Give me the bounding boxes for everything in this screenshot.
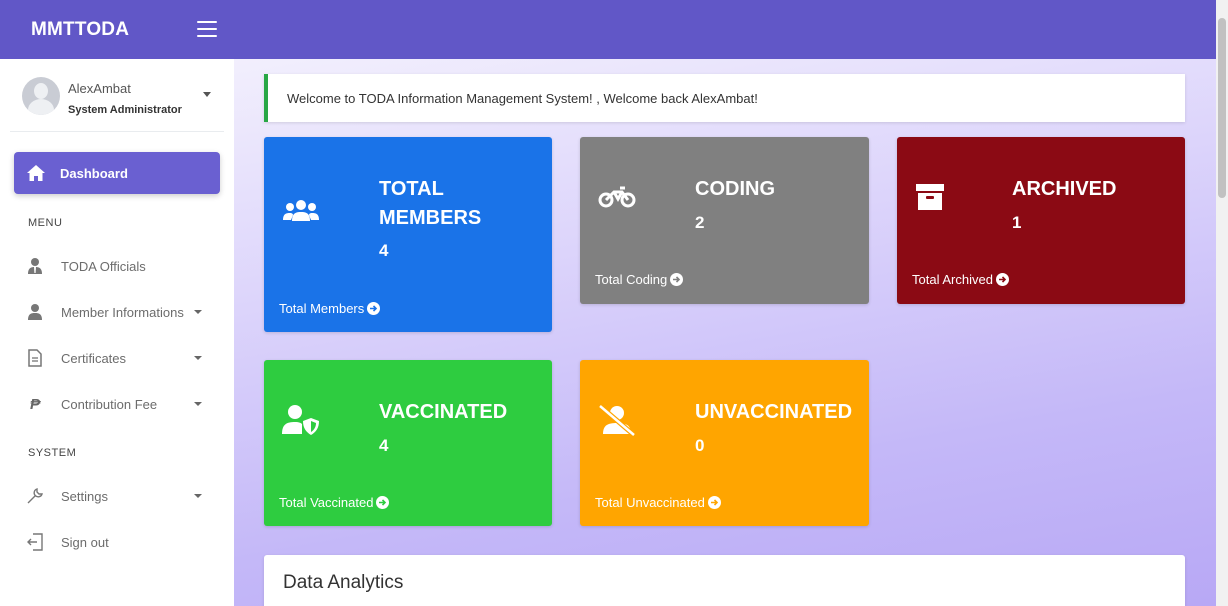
sidebar-item-label: TODA Officials [61,258,146,274]
wrench-icon [26,487,44,505]
arrow-circle-right-icon [707,496,721,509]
top-navbar: MMTTODA [0,0,1216,59]
sidebar-item-label: Contribution Fee [61,396,158,412]
sidebar-item-certificates[interactable]: Certificates [14,343,220,373]
arrow-circle-right-icon [670,273,684,286]
vaccinated-card[interactable]: VACCINATED 4 Total Vaccinated [264,360,552,526]
brand-logo[interactable]: MMTTODA [31,19,129,41]
sidebar-item-label: Sign out [61,534,109,550]
caret-down-icon [194,356,202,360]
alert-message: Welcome to TODA Information Management S… [287,90,758,106]
sidebar-item-dashboard[interactable]: Dashboard [14,152,220,194]
sidebar-item-label: Member Informations [61,304,184,320]
avatar [22,77,60,115]
sidebar-item-toda-officials[interactable]: TODA Officials [14,251,220,281]
user-role: System Administrator [68,104,182,116]
card-title: VACCINATED [379,401,508,423]
card-count: 0 [695,436,705,455]
arrow-circle-right-icon [376,496,390,509]
user-icon [26,303,44,321]
sidebar: AlexAmbat System Administrator Dashboard… [0,59,234,606]
user-slash-icon [598,404,636,441]
menu-section-title: MENU [28,217,63,229]
user-shield-icon [282,404,320,441]
caret-down-icon [194,310,202,314]
card-count: 2 [695,213,705,232]
sidebar-item-settings[interactable]: Settings [14,481,220,511]
card-footer-link[interactable]: Total Unvaccinated [595,495,721,510]
arrow-circle-right-icon [367,302,381,315]
sidebar-item-label: Dashboard [60,165,128,181]
sidebar-item-label: Settings [61,488,108,504]
scrollbar-thumb[interactable] [1218,18,1226,198]
coding-card[interactable]: CODING 2 Total Coding [580,137,869,304]
panel-title: Data Analytics [283,572,404,593]
officials-icon [26,257,44,275]
caret-down-icon[interactable] [203,92,211,97]
home-icon [27,165,45,181]
sidebar-item-contribution-fee[interactable]: ₱ Contribution Fee [14,389,220,419]
archive-icon [915,183,945,216]
sidebar-item-member-informations[interactable]: Member Informations [14,297,220,327]
users-icon [282,197,320,230]
card-footer-link[interactable]: Total Members [279,301,381,316]
system-section-title: SYSTEM [28,447,77,459]
card-footer-link[interactable]: Total Coding [595,272,684,287]
user-panel[interactable]: AlexAmbat System Administrator [10,59,224,132]
peso-icon: ₱ [29,395,40,413]
arrow-circle-right-icon [995,273,1009,286]
archived-card[interactable]: ARCHIVED 1 Total Archived [897,137,1185,304]
hamburger-menu-icon[interactable] [197,21,217,37]
document-icon [26,349,44,367]
card-title: CODING [695,178,775,200]
motorcycle-icon [598,185,636,214]
data-analytics-panel: Data Analytics [264,555,1185,606]
sidebar-item-label: Certificates [61,350,127,366]
user-name: AlexAmbat [68,81,131,96]
welcome-alert: Welcome to TODA Information Management S… [264,74,1185,122]
card-footer-link[interactable]: Total Archived [912,272,1009,287]
card-footer-link[interactable]: Total Vaccinated [279,495,390,510]
card-count: 1 [1012,213,1022,232]
total-members-card[interactable]: TOTAL MEMBERS 4 Total Members [264,137,552,332]
caret-down-icon [194,494,202,498]
card-title: ARCHIVED [1012,178,1117,200]
card-title: UNVACCINATED [695,401,853,423]
caret-down-icon [194,402,202,406]
card-count: 4 [379,241,389,260]
page-scrollbar[interactable] [1216,0,1228,606]
card-count: 4 [379,436,389,455]
card-title: TOTAL MEMBERS [379,178,482,229]
main-content: Welcome to TODA Information Management S… [234,59,1216,606]
sidebar-item-sign-out[interactable]: Sign out [14,527,220,557]
unvaccinated-card[interactable]: UNVACCINATED 0 Total Unvaccinated [580,360,869,526]
sign-out-icon [26,533,44,551]
